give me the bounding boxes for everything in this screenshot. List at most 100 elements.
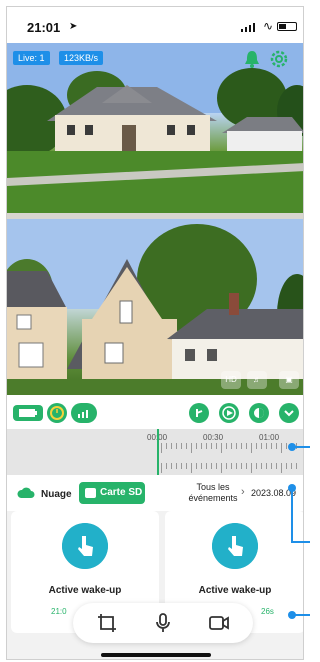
timeline-tick [216, 463, 217, 469]
playback-timeline[interactable]: 00:00 00:30 01:00 [7, 429, 303, 475]
annotation-line-date [291, 488, 293, 542]
timeline-tick [206, 463, 207, 469]
timeline-tick [261, 463, 262, 469]
action-toolbar [73, 603, 253, 643]
timeline-label-2: 01:00 [259, 433, 280, 442]
storage-source-row: Nuage Carte SD Tous les événements › 202… [7, 475, 303, 511]
wifi-icon: ∿ [262, 19, 273, 33]
timeline-tick [256, 463, 257, 469]
live-badge: Live: 1 [13, 51, 50, 65]
timeline-tick [216, 443, 217, 449]
timeline-tick [266, 443, 267, 449]
timer-icon[interactable] [47, 403, 67, 423]
touch-icon [212, 523, 258, 569]
event-title: Active wake-up [198, 585, 272, 596]
status-bar: 21:01 ➤ ∿ [7, 7, 303, 43]
events-filter[interactable]: Tous les événements [183, 482, 243, 504]
chevron-down-icon[interactable] [279, 403, 299, 423]
fullscreen-icon[interactable]: ▣ [279, 371, 299, 389]
timeline-tick [256, 443, 257, 449]
sd-card-label: Carte SD [100, 487, 143, 498]
timeline-tick [276, 443, 277, 449]
timeline-label-1: 00:30 [203, 433, 224, 442]
timeline-tick [206, 443, 207, 449]
timeline-tick [266, 463, 267, 469]
bell-icon[interactable] [243, 49, 261, 69]
timeline-tick [241, 463, 242, 469]
location-arrow-icon: ➤ [69, 21, 78, 32]
timeline-tick [181, 443, 182, 449]
annotation-line-date-h [291, 541, 310, 543]
timeline-tick [246, 463, 247, 469]
timeline-tick [236, 463, 237, 469]
timeline-tick [176, 443, 177, 449]
phone-frame: 21:01 ➤ ∿ Live: 1 123KB/s HD ♬ ▣ 00:30 0… [6, 6, 304, 660]
timeline-tick [231, 463, 232, 469]
event-time: 21:0 [51, 607, 67, 616]
event-duration: 26s [261, 607, 274, 616]
camera-feed-2[interactable]: HD ♬ ▣ [7, 219, 303, 395]
timeline-tick [176, 463, 177, 469]
timeline-tick [286, 443, 287, 449]
hd-toggle-button[interactable]: HD [221, 371, 241, 389]
house-scene-2 [7, 219, 303, 395]
timeline-tick [171, 443, 172, 449]
timeline-tick [261, 443, 262, 449]
crop-icon[interactable] [95, 611, 119, 635]
timeline-tick [161, 463, 162, 473]
battery-icon [277, 22, 297, 31]
timeline-tick [191, 443, 192, 453]
video-record-icon[interactable] [207, 611, 231, 635]
timeline-tick [276, 463, 277, 469]
timeline-tick [166, 463, 167, 469]
timeline-tick [166, 443, 167, 449]
wake-up-icon[interactable] [189, 403, 209, 423]
play-icon[interactable] [219, 403, 239, 423]
annotation-dot-event [288, 611, 296, 619]
sd-card-icon [85, 488, 96, 498]
annotation-dot-date [288, 484, 296, 492]
camera-feed-1[interactable]: Live: 1 123KB/s [7, 43, 303, 219]
microphone-icon[interactable] [151, 611, 175, 635]
timeline-tick [196, 463, 197, 469]
timeline-tick [281, 463, 282, 473]
chevron-right-icon[interactable]: › [241, 486, 245, 498]
timeline-tick [211, 463, 212, 469]
timeline-tick [296, 463, 297, 469]
timeline-tick [161, 443, 162, 453]
timeline-tick [281, 443, 282, 453]
timeline-tick [201, 463, 202, 469]
gear-icon[interactable] [269, 49, 289, 69]
timeline-tick [186, 443, 187, 449]
timeline-tick [291, 463, 292, 469]
timeline-tick [181, 463, 182, 469]
timeline-tick [271, 443, 272, 449]
bitrate-badge: 123KB/s [59, 51, 104, 65]
home-indicator [101, 653, 211, 657]
timeline-tick [221, 463, 222, 473]
timeline-tick [246, 443, 247, 449]
color-mode-icon[interactable] [249, 403, 269, 423]
event-title: Active wake-up [48, 585, 122, 596]
cloud-tab[interactable]: Nuage [41, 489, 72, 500]
timeline-tick [241, 443, 242, 449]
timeline-tick [251, 463, 252, 473]
timeline-tick [221, 443, 222, 453]
timeline-tick [226, 443, 227, 449]
timeline-tick [186, 463, 187, 469]
camera-control-bar [7, 395, 303, 429]
timeline-tick [196, 443, 197, 449]
sd-card-tab[interactable]: Carte SD [79, 482, 145, 504]
cloud-icon[interactable] [17, 487, 35, 499]
timeline-tick [236, 443, 237, 449]
timeline-tick [171, 463, 172, 469]
annotation-dot-timeline [288, 443, 296, 451]
house-scene-1 [7, 43, 303, 219]
touch-icon [62, 523, 108, 569]
signal-icon [241, 22, 255, 32]
timeline-tick [211, 443, 212, 449]
timeline-tick [251, 443, 252, 453]
mute-icon[interactable]: ♬ [247, 371, 267, 389]
timeline-cursor[interactable] [157, 429, 159, 475]
status-time: 21:01 [27, 20, 61, 35]
